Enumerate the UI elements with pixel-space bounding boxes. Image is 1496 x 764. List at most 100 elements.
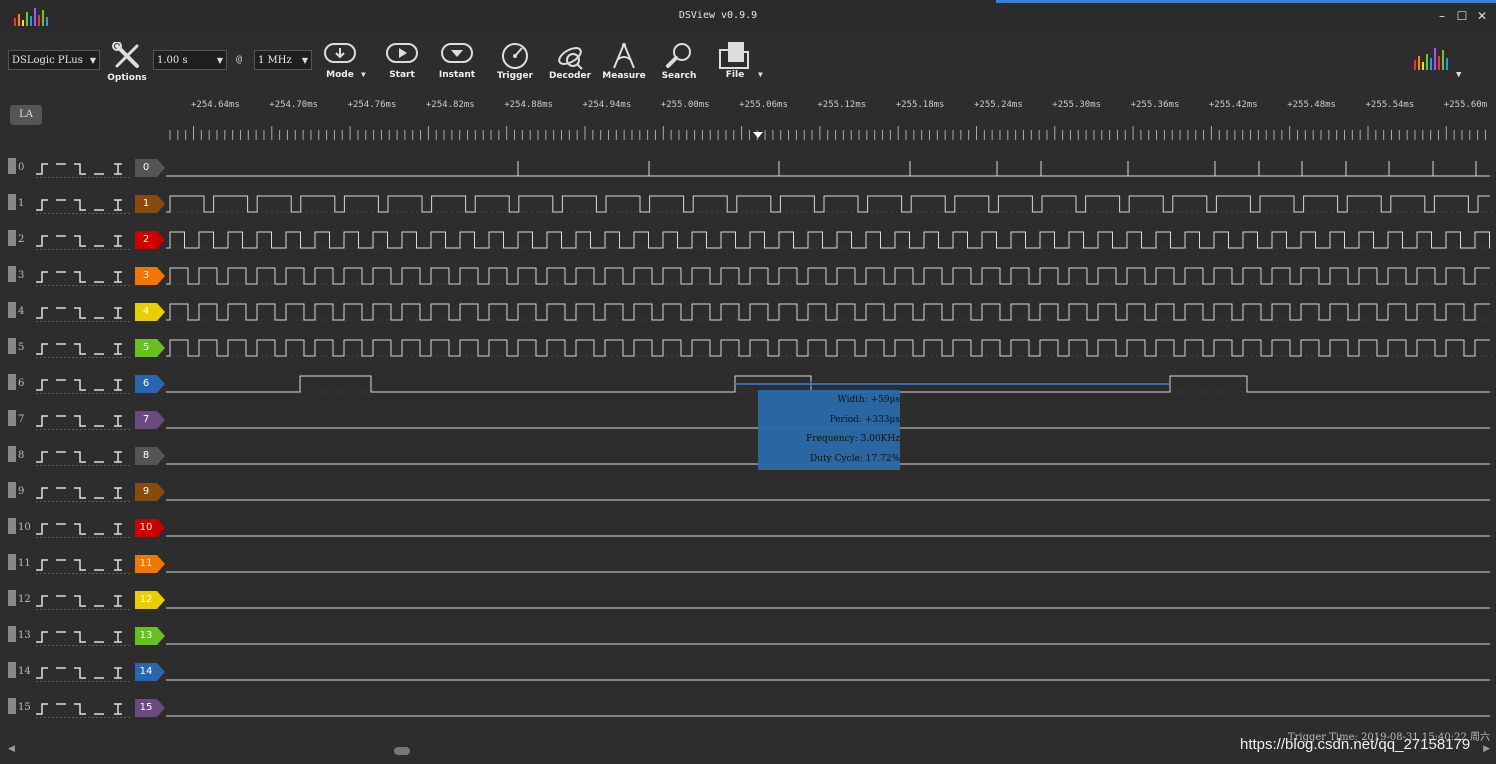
scrollbar-thumb[interactable] bbox=[394, 747, 410, 755]
instant-button[interactable]: Instant bbox=[430, 42, 484, 88]
samplerate-select[interactable]: 1 MHz ▼ bbox=[254, 50, 312, 70]
channel-tag-label: 0 bbox=[142, 162, 150, 173]
channel-index: 3 bbox=[18, 270, 25, 281]
trigger-edge-icons[interactable] bbox=[34, 554, 132, 574]
measure-width: Width: +59μs bbox=[837, 395, 901, 405]
search-button[interactable]: Search bbox=[652, 42, 706, 88]
options-button[interactable]: Options bbox=[100, 42, 154, 88]
channel-row: 11 11 bbox=[0, 546, 1496, 582]
trigger-button[interactable]: Trigger bbox=[488, 42, 542, 88]
channel-row: 11 bbox=[0, 186, 1496, 222]
folder-file-icon bbox=[719, 42, 749, 69]
trigger-edge-icons[interactable] bbox=[34, 446, 132, 466]
trigger-marker-icon[interactable] bbox=[753, 132, 763, 138]
channel-tag-label: 3 bbox=[142, 270, 150, 281]
samplerate-select-value: 1 MHz bbox=[258, 55, 292, 66]
channel-drag-handle[interactable] bbox=[8, 482, 16, 498]
trigger-edge-icons[interactable] bbox=[34, 662, 132, 682]
channel-tag[interactable]: 9 bbox=[135, 483, 165, 501]
channel-drag-handle[interactable] bbox=[8, 158, 16, 174]
duration-select[interactable]: 1.00 s ▼ bbox=[153, 50, 227, 70]
channel-index: 14 bbox=[18, 666, 31, 677]
maximize-button[interactable]: ☐ bbox=[1454, 8, 1470, 24]
channel-tag[interactable]: 4 bbox=[135, 303, 165, 321]
instant-icon bbox=[441, 43, 473, 63]
channel-drag-handle[interactable] bbox=[8, 554, 16, 570]
channel-drag-handle[interactable] bbox=[8, 194, 16, 210]
channel-row: 33 bbox=[0, 258, 1496, 294]
channel-tag-label: 9 bbox=[142, 486, 150, 497]
channel-tag[interactable]: 11 bbox=[135, 555, 165, 573]
close-button[interactable]: ✕ bbox=[1474, 8, 1490, 24]
channel-index: 9 bbox=[18, 486, 25, 497]
channel-index: 2 bbox=[18, 234, 25, 245]
trigger-edge-icons[interactable] bbox=[34, 590, 132, 610]
at-separator: @ bbox=[236, 54, 243, 65]
channel-drag-handle[interactable] bbox=[8, 266, 16, 282]
channel-tag[interactable]: 7 bbox=[135, 411, 165, 429]
channel-tag[interactable]: 6 bbox=[135, 375, 165, 393]
channel-tag[interactable]: 10 bbox=[135, 519, 165, 537]
channel-tag[interactable]: 3 bbox=[135, 267, 165, 285]
channel-drag-handle[interactable] bbox=[8, 626, 16, 642]
trigger-edge-icons[interactable] bbox=[34, 158, 132, 178]
chevron-down-icon[interactable]: ▼ bbox=[1456, 70, 1461, 80]
channel-tag[interactable]: 12 bbox=[135, 591, 165, 609]
scroll-left-icon[interactable]: ◀ bbox=[8, 744, 15, 754]
mode-button[interactable]: Mode ▼ bbox=[313, 42, 367, 88]
measurement-popup: Width: +59μs Period: +333μs Frequency: 3… bbox=[758, 390, 900, 470]
chevron-down-icon: ▼ bbox=[89, 56, 96, 65]
search-label: Search bbox=[661, 71, 697, 81]
channel-row: 44 bbox=[0, 294, 1496, 330]
trigger-label: Trigger bbox=[496, 71, 534, 81]
device-select-value: DSLogic PLus bbox=[12, 55, 83, 66]
instant-label: Instant bbox=[438, 70, 476, 80]
channel-index: 8 bbox=[18, 450, 25, 461]
channel-tag[interactable]: 8 bbox=[135, 447, 165, 465]
la-mode-button[interactable]: LA bbox=[10, 105, 42, 125]
measure-button[interactable]: Measure bbox=[597, 42, 651, 88]
channel-drag-handle[interactable] bbox=[8, 698, 16, 714]
trigger-edge-icons[interactable] bbox=[34, 194, 132, 214]
trigger-edge-icons[interactable] bbox=[34, 482, 132, 502]
channel-drag-handle[interactable] bbox=[8, 446, 16, 462]
trigger-edge-icons[interactable] bbox=[34, 266, 132, 286]
channel-tag-label: 1 bbox=[142, 198, 150, 209]
channel-drag-handle[interactable] bbox=[8, 518, 16, 534]
dsview-window: DSView v0.9.9 – ☐ ✕ DSLogic PLus ▼ Optio… bbox=[0, 0, 1496, 764]
time-ruler[interactable]: +254.64ms +254.70ms +254.76ms +254.82ms +254… bbox=[165, 96, 1496, 144]
channel-drag-handle[interactable] bbox=[8, 338, 16, 354]
trigger-edge-icons[interactable] bbox=[34, 518, 132, 538]
channel-drag-handle[interactable] bbox=[8, 410, 16, 426]
trigger-edge-icons[interactable] bbox=[34, 626, 132, 646]
channel-tag[interactable]: 13 bbox=[135, 627, 165, 645]
channel-drag-handle[interactable] bbox=[8, 374, 16, 390]
trigger-edge-icons[interactable] bbox=[34, 230, 132, 250]
channel-index: 7 bbox=[18, 414, 25, 425]
trigger-edge-icons[interactable] bbox=[34, 698, 132, 718]
channel-tag[interactable]: 14 bbox=[135, 663, 165, 681]
channel-drag-handle[interactable] bbox=[8, 590, 16, 606]
decoder-button[interactable]: Decoder bbox=[543, 42, 597, 88]
trigger-edge-icons[interactable] bbox=[34, 338, 132, 358]
channel-tag[interactable]: 0 bbox=[135, 159, 165, 177]
gauge-icon bbox=[502, 43, 528, 69]
ruler-ticks bbox=[169, 126, 1486, 140]
start-button[interactable]: Start bbox=[375, 42, 429, 88]
trigger-edge-icons[interactable] bbox=[34, 410, 132, 430]
minimize-button[interactable]: – bbox=[1434, 8, 1450, 24]
channel-drag-handle[interactable] bbox=[8, 662, 16, 678]
channel-tag[interactable]: 1 bbox=[135, 195, 165, 213]
device-select[interactable]: DSLogic PLus ▼ bbox=[8, 50, 100, 70]
channel-tag[interactable]: 5 bbox=[135, 339, 165, 357]
download-circle-icon bbox=[324, 43, 356, 63]
channel-tag[interactable]: 2 bbox=[135, 231, 165, 249]
channel-drag-handle[interactable] bbox=[8, 302, 16, 318]
trigger-edge-icons[interactable] bbox=[34, 374, 132, 394]
trigger-edge-icons[interactable] bbox=[34, 302, 132, 322]
scroll-right-icon[interactable]: ▶ bbox=[1483, 744, 1490, 754]
channel-row: 66 bbox=[0, 366, 1496, 402]
channel-tag[interactable]: 15 bbox=[135, 699, 165, 717]
channel-drag-handle[interactable] bbox=[8, 230, 16, 246]
file-button[interactable]: File ▼ bbox=[708, 40, 763, 86]
